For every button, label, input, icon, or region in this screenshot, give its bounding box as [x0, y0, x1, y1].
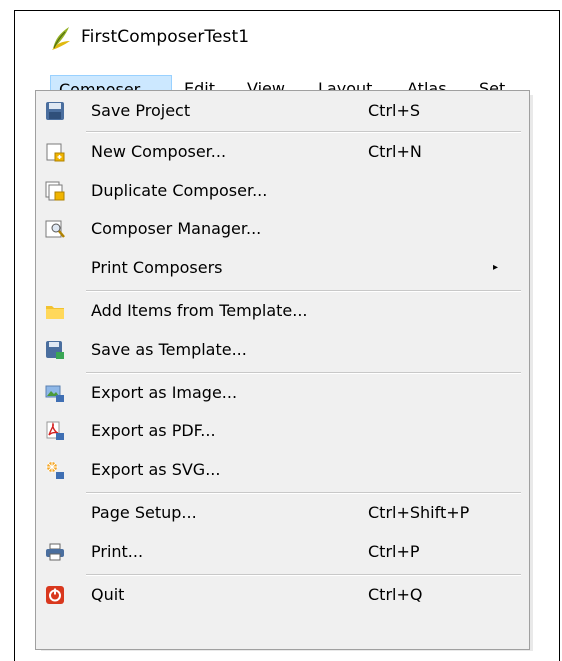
menu-item-export-as-svg[interactable]: Export as SVG... — [38, 453, 527, 487]
save-icon — [46, 102, 64, 120]
menu-item-label: Page Setup... — [91, 503, 197, 522]
menu-item-label: Save Project — [91, 101, 191, 120]
menu-item-label: Duplicate Composer... — [91, 181, 268, 200]
save-template-icon — [46, 341, 64, 359]
menu-item-save-as-template[interactable]: Save as Template... — [38, 333, 527, 367]
title-bar: FirstComposerTest1 — [15, 11, 559, 71]
menu-item-label: Export as SVG... — [91, 460, 221, 479]
menu-item-label: Add Items from Template... — [91, 301, 308, 320]
composer-dropdown-menu: Save Project Ctrl+S New Composer... Ctrl… — [35, 90, 530, 650]
new-composer-icon — [46, 143, 65, 162]
menu-item-add-items-from-template[interactable]: Add Items from Template... — [38, 294, 527, 328]
menu-item-label: Save as Template... — [91, 340, 247, 359]
submenu-arrow-icon: ▸ — [493, 262, 499, 273]
printer-icon — [46, 543, 64, 561]
quit-icon — [46, 586, 64, 604]
composer-manager-icon — [45, 220, 65, 238]
menu-item-export-as-image[interactable]: Export as Image... — [38, 376, 527, 410]
menu-item-export-as-pdf[interactable]: Export as PDF... — [38, 414, 527, 448]
menu-item-label: Quit — [91, 585, 125, 604]
menu-item-quit[interactable]: Quit Ctrl+Q — [38, 578, 527, 612]
menu-item-shortcut: Ctrl+Q — [368, 585, 423, 604]
menu-item-label: Export as Image... — [91, 383, 238, 402]
menu-separator — [86, 574, 521, 576]
menu-item-print[interactable]: Print... Ctrl+P — [38, 535, 527, 569]
qgis-logo-icon — [52, 27, 70, 50]
menu-item-label: Export as PDF... — [91, 421, 216, 440]
menu-item-shortcut: Ctrl+S — [368, 101, 421, 120]
folder-icon — [46, 306, 64, 319]
export-svg-icon — [46, 461, 64, 479]
menu-separator — [86, 372, 521, 374]
menu-item-label: Composer Manager... — [91, 219, 262, 238]
menu-item-shortcut: Ctrl+Shift+P — [368, 503, 470, 522]
menu-item-page-setup[interactable]: Page Setup... Ctrl+Shift+P — [38, 496, 527, 530]
menu-item-shortcut: Ctrl+N — [368, 142, 422, 161]
menu-item-print-composers[interactable]: Print Composers ▸ — [38, 251, 527, 285]
menu-item-shortcut: Ctrl+P — [368, 542, 420, 561]
menu-separator — [86, 131, 521, 133]
menu-separator — [86, 290, 521, 292]
window-title: FirstComposerTest1 — [81, 27, 250, 47]
duplicate-composer-icon — [45, 181, 65, 201]
menu-item-duplicate-composer[interactable]: Duplicate Composer... — [38, 174, 527, 208]
menu-item-label: Print Composers — [91, 258, 223, 277]
export-image-icon — [45, 385, 64, 402]
export-pdf-icon — [46, 421, 64, 440]
menu-item-label: New Composer... — [91, 142, 227, 161]
menu-item-save-project[interactable]: Save Project Ctrl+S — [38, 94, 527, 128]
menu-item-label: Print... — [91, 542, 144, 561]
menu-separator — [86, 492, 521, 494]
menu-item-composer-manager[interactable]: Composer Manager... — [38, 212, 527, 246]
menu-item-new-composer[interactable]: New Composer... Ctrl+N — [38, 135, 527, 169]
